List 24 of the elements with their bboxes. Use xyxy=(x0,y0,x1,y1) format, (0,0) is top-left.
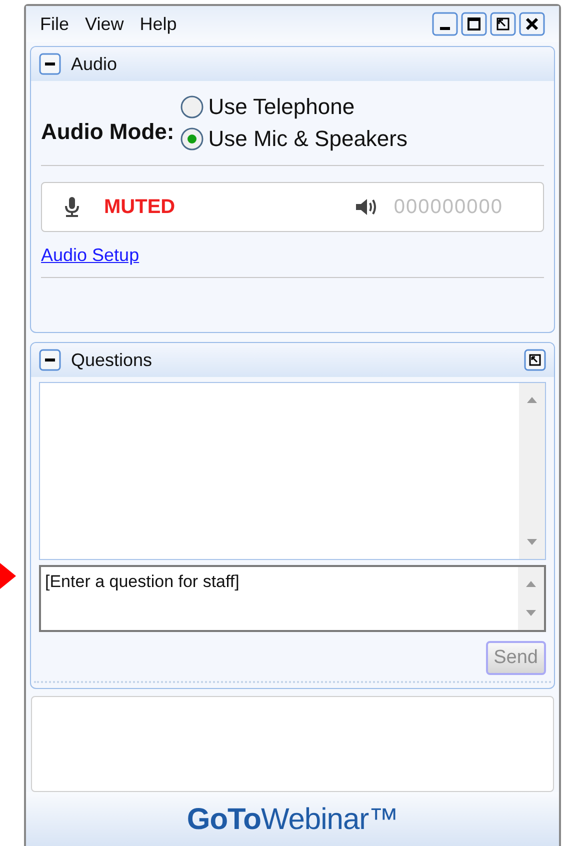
panel-title: Audio xyxy=(71,52,118,76)
minimize-icon[interactable] xyxy=(432,12,458,36)
menu-item[interactable]: File xyxy=(40,10,70,38)
pointer-arrow-icon xyxy=(0,563,16,589)
microphone-icon xyxy=(64,196,80,218)
radio-button[interactable] xyxy=(180,127,204,151)
speaker-icon xyxy=(354,197,378,217)
radio-label[interactable]: Use Telephone xyxy=(208,91,355,123)
maximize-icon[interactable] xyxy=(461,12,487,36)
menu-item[interactable]: Help xyxy=(140,10,177,38)
pop-out-icon[interactable] xyxy=(524,349,546,371)
panel-title: Questions xyxy=(71,348,152,372)
collapse-icon[interactable] xyxy=(39,349,61,371)
product-logo: GoToWebinar™ xyxy=(186,802,398,838)
audio-mode-label: Audio Mode: xyxy=(41,118,174,146)
radio-label[interactable]: Use Mic & Speakers xyxy=(208,123,408,155)
muted-status: MUTED xyxy=(104,195,176,220)
radio-button[interactable] xyxy=(180,95,204,119)
menu-item[interactable]: View xyxy=(85,10,124,38)
collapse-icon[interactable] xyxy=(39,53,61,75)
volume-level-readout: 000000000 xyxy=(394,195,503,220)
close-icon[interactable] xyxy=(519,12,545,36)
pop-out-icon[interactable] xyxy=(490,12,516,36)
audio-setup-link[interactable]: Audio Setup xyxy=(41,245,140,265)
